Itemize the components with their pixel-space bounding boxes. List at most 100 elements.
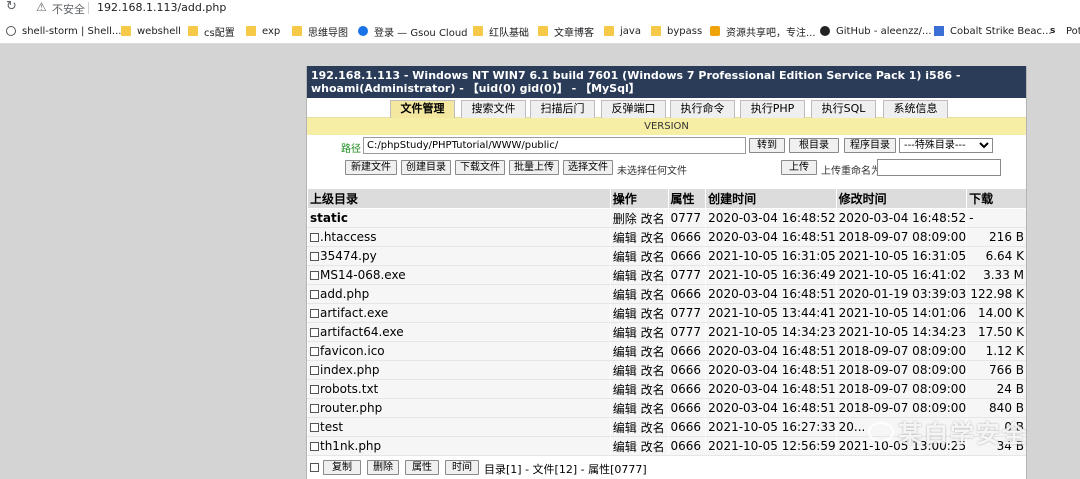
row-checkbox[interactable]	[310, 309, 319, 318]
row-actions[interactable]: 编辑 改名	[609, 398, 669, 418]
row-attr[interactable]: 0666	[667, 417, 707, 437]
bookmark-gsou[interactable]: 登录 — Gsou Cloud	[358, 24, 468, 39]
row-actions[interactable]: 编辑 改名	[609, 303, 669, 323]
row-modified[interactable]: 2021-10-05 13:00:25	[835, 436, 968, 456]
row-actions[interactable]: 编辑 改名	[609, 284, 669, 304]
row-size[interactable]: 24 B	[966, 379, 1026, 399]
file-name[interactable]: 35474.py	[320, 249, 377, 263]
bookmark-resource[interactable]: 资源共享吧，专注...	[710, 24, 816, 39]
time-button[interactable]: 时间	[445, 460, 479, 475]
row-attr[interactable]: 0666	[667, 246, 707, 266]
row-attr[interactable]: 0777	[667, 265, 707, 285]
bookmark-github[interactable]: GitHub - aleenzz/...	[820, 24, 932, 38]
row-modified[interactable]: 2021-10-05 14:01:06	[835, 303, 968, 323]
bookmark-webshell[interactable]: webshell	[121, 24, 181, 38]
file-name[interactable]: index.php	[320, 363, 379, 377]
row-modified[interactable]: 2018-09-07 08:09:00	[835, 341, 968, 361]
row-checkbox[interactable]	[310, 366, 319, 375]
row-actions[interactable]: 编辑 改名	[609, 246, 669, 266]
row-actions[interactable]: 编辑 改名	[609, 227, 669, 247]
row-checkbox[interactable]	[310, 252, 319, 261]
bookmark-mindmap[interactable]: 思维导图	[292, 24, 348, 39]
bookmark-shell-storm[interactable]: shell-storm | Shell...	[6, 24, 121, 38]
row-actions[interactable]: 编辑 改名	[609, 265, 669, 285]
row-attr[interactable]: 0666	[667, 398, 707, 418]
file-name[interactable]: robots.txt	[320, 382, 378, 396]
select-all-checkbox[interactable]	[310, 463, 319, 472]
tab-exec-php[interactable]: 执行PHP	[740, 100, 805, 118]
bookmark-exp[interactable]: exp	[246, 24, 280, 38]
root-dir-button[interactable]: 根目录	[789, 138, 839, 153]
row-attr[interactable]: 0777	[667, 303, 707, 323]
row-modified[interactable]: 2021-10-05 16:31:05	[835, 246, 968, 266]
row-actions[interactable]: 编辑 改名	[609, 379, 669, 399]
batch-upload-button[interactable]: 批量上传	[509, 160, 559, 175]
file-name[interactable]: add.php	[320, 287, 369, 301]
row-modified[interactable]: 20...	[835, 417, 968, 437]
special-dir-select[interactable]: ---特殊目录---	[899, 138, 993, 153]
row-checkbox[interactable]	[310, 423, 319, 432]
row-attr[interactable]: 0777	[667, 208, 707, 228]
file-name[interactable]: .htaccess	[320, 230, 377, 244]
program-dir-button[interactable]: 程序目录	[844, 138, 896, 153]
url-text[interactable]: 192.168.1.113/add.php	[97, 1, 226, 14]
row-attr[interactable]: 0666	[667, 227, 707, 247]
dir-name[interactable]: static	[307, 208, 611, 228]
row-attr[interactable]: 0666	[667, 284, 707, 304]
row-attr[interactable]: 0666	[667, 436, 707, 456]
bookmark-bypass[interactable]: bypass	[651, 24, 702, 38]
row-modified[interactable]: 2021-10-05 14:34:23	[835, 322, 968, 342]
row-size[interactable]: 6.64 K	[966, 246, 1026, 266]
row-checkbox[interactable]	[310, 328, 319, 337]
file-name[interactable]: MS14-068.exe	[320, 268, 406, 282]
row-checkbox[interactable]	[310, 442, 319, 451]
row-size[interactable]: 3.33 M	[966, 265, 1026, 285]
row-size[interactable]: 216 B	[966, 227, 1026, 247]
col-parent-dir[interactable]: 上级目录	[307, 188, 611, 209]
row-checkbox[interactable]	[310, 385, 319, 394]
row-size[interactable]: 34 B	[966, 436, 1026, 456]
reload-icon[interactable]: ↻	[6, 0, 20, 14]
row-actions[interactable]: 编辑 改名	[609, 360, 669, 380]
file-name[interactable]: artifact64.exe	[320, 325, 404, 339]
row-size[interactable]: 766 B	[966, 360, 1026, 380]
row-attr[interactable]: 0666	[667, 379, 707, 399]
row-actions[interactable]: 编辑 改名	[609, 436, 669, 456]
bookmark-cobalt-strike[interactable]: Cobalt Strike Beac...	[934, 24, 1052, 38]
row-modified[interactable]: 2018-09-07 08:09:00	[835, 398, 968, 418]
row-actions[interactable]: 编辑 改名	[609, 417, 669, 437]
row-attr[interactable]: 0666	[667, 341, 707, 361]
row-checkbox[interactable]	[310, 404, 319, 413]
bookmark-cs-config[interactable]: cs配置	[188, 24, 235, 39]
row-actions[interactable]: 编辑 改名	[609, 322, 669, 342]
row-size[interactable]: 17.50 K	[966, 322, 1026, 342]
path-input[interactable]	[363, 137, 746, 154]
row-size[interactable]: 1.12 K	[966, 341, 1026, 361]
row-size[interactable]: 122.98 K	[966, 284, 1026, 304]
bookmark-redteam[interactable]: 红队基础	[473, 24, 529, 39]
row-modified[interactable]: 2021-10-05 16:41:02	[835, 265, 968, 285]
row-actions[interactable]: 编辑 改名	[609, 341, 669, 361]
tab-scan-backdoor[interactable]: 扫描后门	[530, 100, 595, 118]
bookmark-java[interactable]: java	[604, 24, 641, 38]
row-modified[interactable]: 2018-09-07 08:09:00	[835, 379, 968, 399]
file-name[interactable]: test	[320, 420, 343, 434]
row-attr[interactable]: 0666	[667, 360, 707, 380]
row-modified[interactable]: 2020-03-04 16:48:52	[835, 208, 968, 228]
row-size[interactable]: 840 B	[966, 398, 1026, 418]
row-checkbox[interactable]	[310, 347, 319, 356]
row-size[interactable]: 14.00 K	[966, 303, 1026, 323]
download-file-button[interactable]: 下载文件	[455, 160, 505, 175]
row-checkbox[interactable]	[310, 290, 319, 299]
tab-exec-command[interactable]: 执行命令	[670, 100, 735, 118]
goto-button[interactable]: 转到	[749, 138, 785, 153]
file-name[interactable]: favicon.ico	[320, 344, 385, 358]
file-name[interactable]: th1nk.php	[320, 439, 381, 453]
delete-button[interactable]: 删除	[367, 460, 399, 475]
row-modified[interactable]: 2018-09-07 08:09:00	[835, 227, 968, 247]
row-size[interactable]: 0 B	[966, 417, 1026, 437]
new-dir-button[interactable]: 创建目录	[401, 160, 451, 175]
copy-button[interactable]: 复制	[323, 460, 361, 475]
tab-search-files[interactable]: 搜索文件	[461, 100, 526, 118]
tab-system-info[interactable]: 系统信息	[883, 100, 948, 118]
